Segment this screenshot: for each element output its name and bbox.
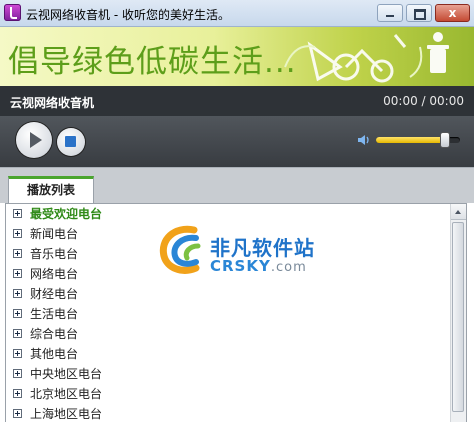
window-title: 云视网络收音机 - 收听您的美好生活。 (26, 8, 230, 22)
banner[interactable]: 倡导绿色低碳生活... (0, 27, 474, 86)
list-item[interactable]: 最受欢迎电台 (6, 204, 450, 224)
expand-icon[interactable] (13, 309, 22, 318)
expand-icon[interactable] (13, 349, 22, 358)
expand-icon[interactable] (13, 289, 22, 298)
list-item-label: 新闻电台 (30, 227, 79, 241)
list-item-label: 生活电台 (30, 307, 79, 321)
list-item[interactable]: 北京地区电台 (6, 384, 450, 404)
watermark-logo: 非凡软件站 CRSKY.com (156, 222, 318, 277)
tab-strip: 播放列表 (0, 167, 474, 204)
minimize-button[interactable] (377, 4, 403, 22)
tab-playlist[interactable]: 播放列表 (8, 176, 94, 204)
list-item-label: 网络电台 (30, 267, 79, 281)
list-item[interactable]: 生活电台 (6, 304, 450, 324)
list-item[interactable]: 其他电台 (6, 344, 450, 364)
watermark-en-suffix: .com (270, 260, 307, 275)
watermark-swirl-icon (159, 225, 201, 274)
player-title: 云视网络收音机 (10, 96, 95, 110)
close-button[interactable]: x (435, 4, 470, 22)
volume-thumb[interactable] (440, 133, 449, 147)
app-icon (4, 4, 21, 21)
list-item-label: 财经电台 (30, 287, 79, 301)
play-button[interactable] (16, 122, 52, 158)
player-header: 云视网络收音机 00:00 / 00:00 (0, 86, 474, 116)
list-item[interactable]: 财经电台 (6, 284, 450, 304)
expand-icon[interactable] (13, 329, 22, 338)
expand-icon[interactable] (13, 249, 22, 258)
watermark-en: CRSKY.com (210, 257, 307, 275)
scroll-up-button[interactable] (451, 204, 466, 220)
list-item-label: 其他电台 (30, 347, 79, 361)
list-item-label: 上海地区电台 (30, 407, 103, 421)
list-item-label: 北京地区电台 (30, 387, 103, 401)
volume-fill (376, 137, 445, 143)
watermark-en-main: CRSKY (210, 257, 271, 275)
list-item[interactable]: 中央地区电台 (6, 364, 450, 384)
close-icon: x (448, 6, 457, 20)
stop-button[interactable] (57, 128, 85, 156)
list-item-label: 综合电台 (30, 327, 79, 341)
list-item[interactable]: 综合电台 (6, 324, 450, 344)
playback-controls (0, 116, 474, 167)
time-display: 00:00 / 00:00 (383, 94, 464, 108)
volume-icon[interactable] (357, 133, 371, 147)
expand-icon[interactable] (13, 409, 22, 418)
list-item[interactable]: 上海地区电台 (6, 404, 450, 422)
scrollbar[interactable] (450, 204, 466, 422)
banner-slogan: 倡导绿色低碳生活... (8, 44, 297, 80)
maximize-icon (414, 9, 426, 20)
expand-icon[interactable] (13, 369, 22, 378)
expand-icon[interactable] (13, 229, 22, 238)
list-item-label: 最受欢迎电台 (30, 207, 103, 221)
scroll-thumb[interactable] (452, 222, 464, 412)
maximize-button[interactable] (406, 4, 432, 22)
list-item-label: 中央地区电台 (30, 367, 103, 381)
expand-icon[interactable] (13, 389, 22, 398)
volume-slider[interactable] (376, 133, 460, 147)
minimize-icon (386, 15, 394, 17)
expand-icon[interactable] (13, 209, 22, 218)
expand-icon[interactable] (13, 269, 22, 278)
title-bar: 云视网络收音机 - 收听您的美好生活。 x (0, 0, 474, 27)
list-item-label: 音乐电台 (30, 247, 79, 261)
